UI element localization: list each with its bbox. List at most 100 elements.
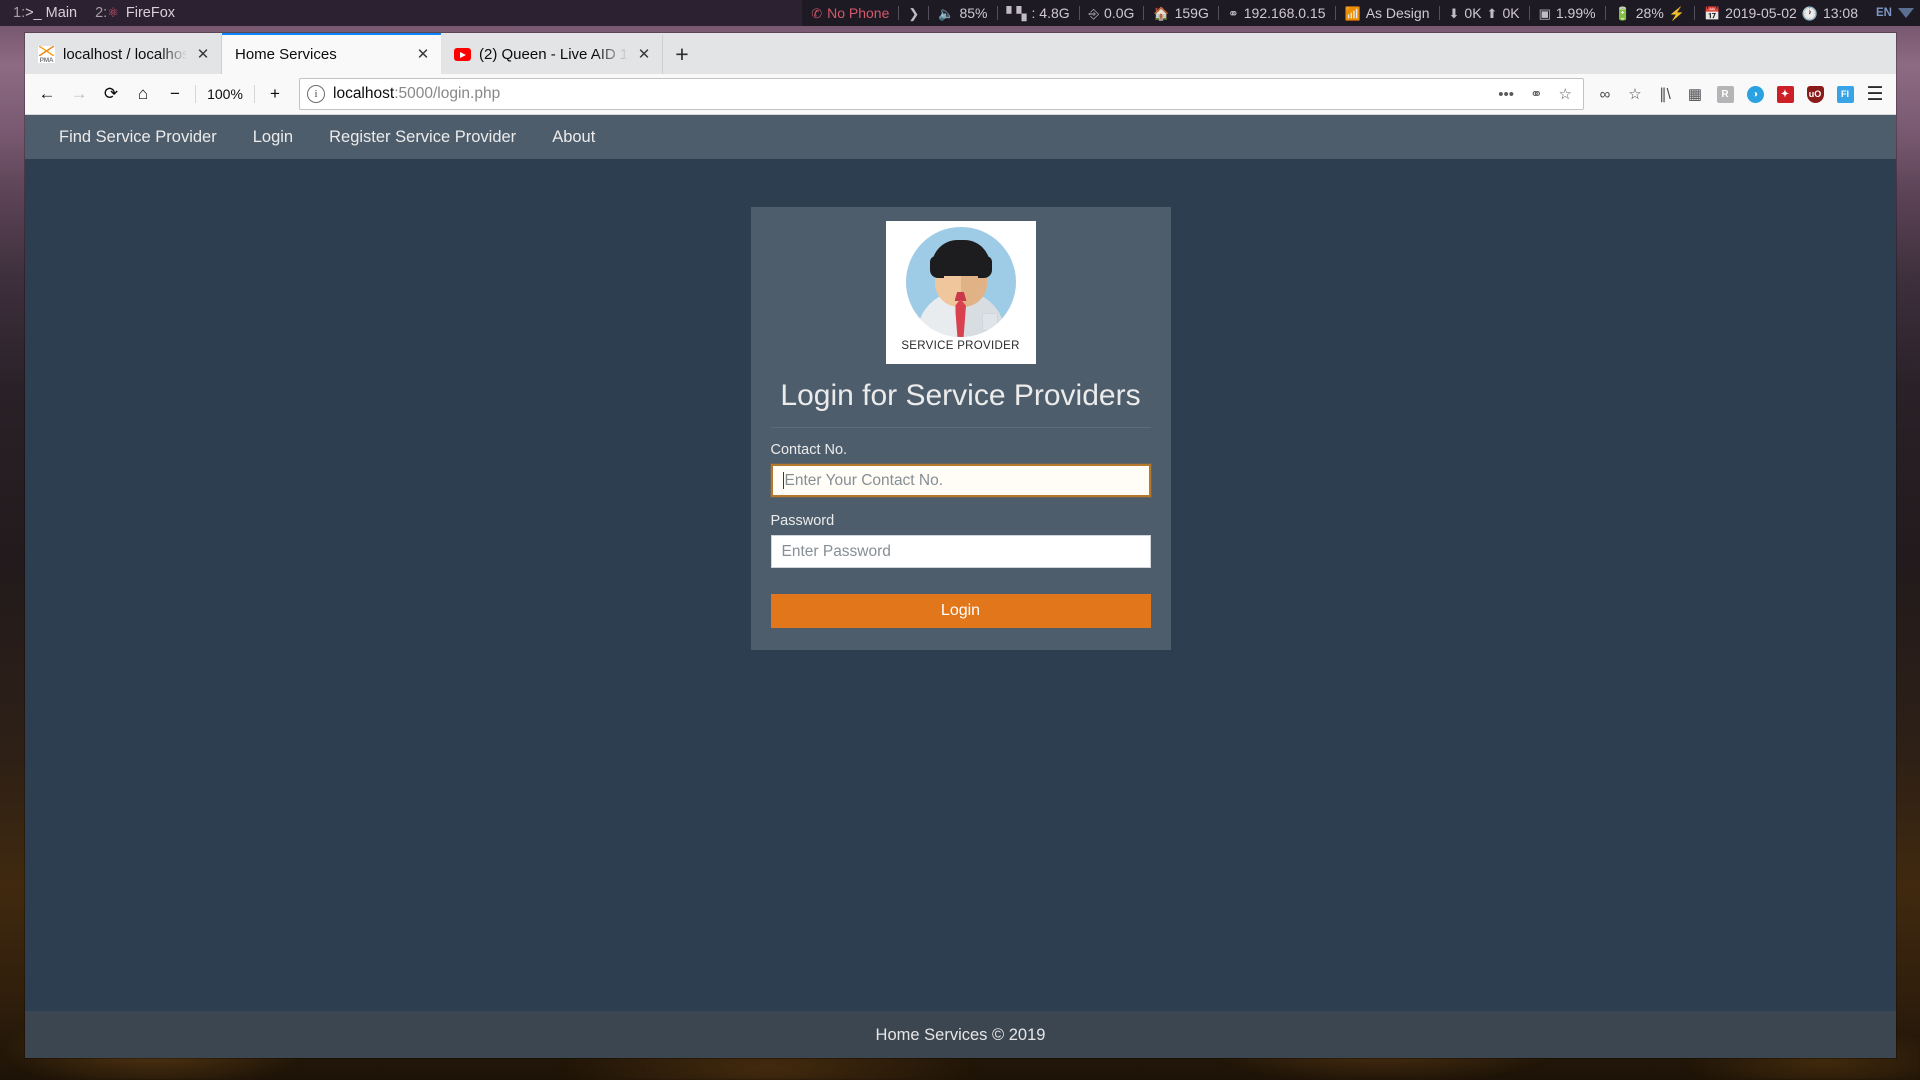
- site-navbar: Find Service Provider Login Register Ser…: [25, 115, 1896, 159]
- tray-download-label: 0K: [1464, 5, 1482, 21]
- chart-icon: ▘▚: [1006, 5, 1027, 21]
- tray-phone[interactable]: ✆ No Phone: [802, 0, 898, 26]
- back-icon[interactable]: ←: [31, 78, 63, 110]
- ublock-origin-icon[interactable]: uO: [1800, 79, 1830, 109]
- tray-swap[interactable]: ⎆ 0.0G: [1080, 0, 1144, 26]
- page-title: Login for Service Providers: [780, 379, 1141, 412]
- tab-title: (2) Queen - Live AID 198: [479, 46, 628, 63]
- zoom-level-label[interactable]: 100%: [200, 86, 250, 102]
- tray-expand-icon[interactable]: [1898, 8, 1914, 18]
- new-tab-button[interactable]: +: [663, 35, 701, 74]
- calendar-icon: 📅: [1703, 5, 1721, 21]
- workspace-terminal-icon: >_: [25, 5, 42, 21]
- contact-placeholder: Enter Your Contact No.: [784, 471, 944, 489]
- divider: [254, 85, 255, 103]
- tray-memory[interactable]: ▘▚ : 4.8G: [998, 0, 1079, 26]
- pocket-icon[interactable]: ⚭: [1526, 85, 1547, 103]
- close-icon[interactable]: ✕: [195, 47, 211, 62]
- tray-wifi-label: As Design: [1365, 5, 1430, 21]
- nav-about[interactable]: About: [534, 115, 613, 159]
- tray-keyboard-layout[interactable]: EN: [1867, 0, 1896, 26]
- workspace-firefox[interactable]: 2:⚛ FireFox: [86, 0, 184, 26]
- save-to-pinboard-icon[interactable]: ☆: [1620, 79, 1650, 109]
- home-icon[interactable]: ⌂: [127, 78, 159, 110]
- nav-find-service-provider[interactable]: Find Service Provider: [41, 115, 235, 159]
- url-host: localhost: [333, 85, 395, 102]
- nav-login[interactable]: Login: [235, 115, 311, 159]
- battery-icon: 🔋: [1614, 5, 1631, 21]
- workspace-number: 1:: [13, 5, 26, 21]
- divider: [770, 427, 1151, 428]
- site-info-icon[interactable]: i: [307, 85, 325, 103]
- tray-wifi[interactable]: 📶 As Design: [1336, 0, 1439, 26]
- bookmark-star-icon[interactable]: ☆: [1555, 85, 1576, 103]
- reload-icon[interactable]: ⟳: [95, 78, 127, 110]
- tray-date-label: 2019-05-02: [1725, 5, 1797, 21]
- speaker-icon: 🔈: [938, 5, 955, 21]
- password-placeholder: Enter Password: [781, 542, 891, 560]
- clock-icon: 🕐: [1801, 5, 1818, 21]
- tray-chevron[interactable]: ❯: [899, 0, 928, 26]
- tray-cpu[interactable]: ▣ 1.99%: [1530, 0, 1605, 26]
- sidebar-icon[interactable]: ▦: [1680, 79, 1710, 109]
- tray-battery[interactable]: 🔋 28% ⚡: [1606, 0, 1694, 26]
- youtube-icon: [454, 46, 471, 63]
- workspace-label: FireFox: [125, 5, 176, 21]
- hamburger-menu-icon[interactable]: ☰: [1860, 79, 1890, 109]
- page-actions-icon[interactable]: •••: [1494, 86, 1518, 103]
- login-button[interactable]: Login: [770, 594, 1151, 628]
- library-icon[interactable]: ∥\: [1650, 79, 1680, 109]
- url-path: :5000/login.php: [394, 85, 501, 102]
- tray-netspeed[interactable]: ⬇ 0K ⬆ 0K: [1440, 0, 1529, 26]
- password-input[interactable]: Enter Password: [770, 535, 1151, 568]
- charging-bolt-icon: ⚡: [1668, 5, 1685, 21]
- tray-datetime[interactable]: 📅 2019-05-02 🕐 13:08: [1695, 0, 1867, 26]
- tab-title: Home Services: [235, 46, 337, 63]
- tray-swap-label: 0.0G: [1104, 5, 1135, 21]
- download-icon: ⬇: [1448, 5, 1460, 21]
- avatar-illustration: [905, 227, 1016, 337]
- text-caret: [782, 472, 784, 489]
- blue-circle-addon-icon[interactable]: ◑: [1740, 79, 1770, 109]
- service-provider-avatar: SERVICE PROVIDER: [885, 221, 1036, 364]
- zoom-out-button[interactable]: −: [159, 78, 191, 110]
- password-label: Password: [770, 513, 835, 529]
- close-icon[interactable]: ✕: [415, 47, 431, 62]
- navigation-toolbar: ← → ⟳ ⌂ − 100% + i localhost:5000/login.…: [25, 74, 1896, 115]
- keyboard-layout-label: EN: [1876, 7, 1892, 19]
- fi-addon-icon[interactable]: FI: [1830, 79, 1860, 109]
- firefox-window: PMA localhost / localhost / se ✕ Home Se…: [25, 33, 1896, 1058]
- tab-phpmyadmin[interactable]: PMA localhost / localhost / se ✕: [25, 35, 222, 74]
- tray-ip-label: 192.168.0.15: [1243, 5, 1326, 21]
- chevron-right-icon: ❯: [908, 5, 920, 21]
- home-icon: 🏠: [1153, 5, 1170, 21]
- tray-time-label: 13:08: [1822, 5, 1859, 21]
- nav-register-service-provider[interactable]: Register Service Provider: [311, 115, 534, 159]
- tray-ip[interactable]: ⚭ 192.168.0.15: [1219, 0, 1335, 26]
- tray-volume[interactable]: 🔈 85%: [929, 0, 996, 26]
- close-icon[interactable]: ✕: [636, 47, 652, 62]
- contact-input[interactable]: Enter Your Contact No.: [770, 464, 1151, 497]
- forward-icon[interactable]: →: [63, 78, 95, 110]
- magic-wand-addon-icon[interactable]: ✦: [1770, 79, 1800, 109]
- tray-battery-label: 28%: [1635, 5, 1664, 21]
- tab-home-services[interactable]: Home Services ✕: [222, 33, 441, 74]
- tray-home-disk[interactable]: 🏠 159G: [1144, 0, 1217, 26]
- zoom-in-button[interactable]: +: [259, 78, 291, 110]
- zoom-controls: − 100% +: [159, 78, 291, 110]
- workspace-number: 2:: [95, 5, 108, 21]
- firefox-icon: ⚛: [107, 5, 119, 20]
- system-tray: ✆ No Phone ❯ 🔈 85% ▘▚ : 4.8G ⎆ 0.0G 🏠 15…: [802, 0, 1920, 26]
- workspace-list: 1:>_ Main 2:⚛ FireFox: [0, 0, 184, 26]
- login-card: SERVICE PROVIDER Login for Service Provi…: [750, 207, 1171, 650]
- workspace-main[interactable]: 1:>_ Main: [4, 0, 86, 26]
- address-bar[interactable]: i localhost:5000/login.php ••• ⚭ ☆: [299, 78, 1584, 110]
- url-text: localhost:5000/login.php: [333, 85, 1486, 103]
- i3-status-bar: 1:>_ Main 2:⚛ FireFox ✆ No Phone ❯ 🔈 85%…: [0, 0, 1920, 26]
- lastpass-icon[interactable]: ∞: [1590, 79, 1620, 109]
- tab-youtube[interactable]: (2) Queen - Live AID 198 ✕: [441, 35, 663, 74]
- link-icon: ⚭: [1227, 5, 1239, 21]
- tab-title: localhost / localhost / se: [63, 46, 187, 63]
- tray-home-disk-label: 159G: [1174, 5, 1209, 21]
- refined-addon-icon[interactable]: R: [1710, 79, 1740, 109]
